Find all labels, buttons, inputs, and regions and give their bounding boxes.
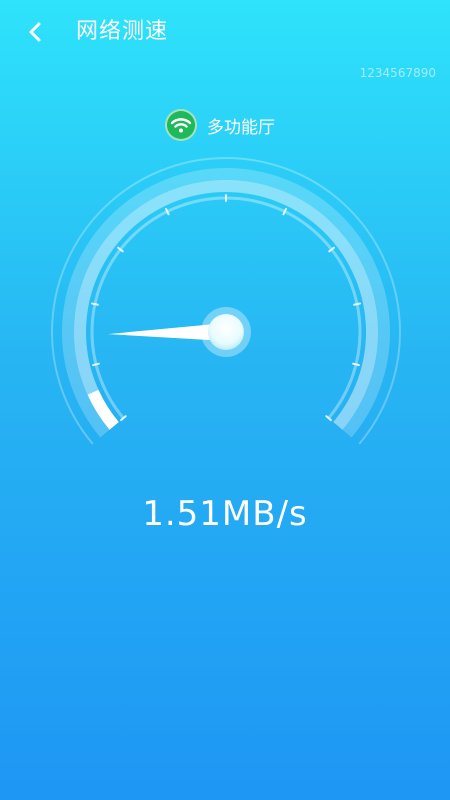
- page-title: 网络测速: [76, 19, 169, 44]
- wifi-icon: [170, 118, 192, 133]
- gauge-track: [62, 168, 390, 438]
- back-button[interactable]: [18, 14, 52, 50]
- speed-value: 1.51MB/s: [142, 494, 308, 534]
- chevron-left-icon: [29, 22, 41, 42]
- gauge-track-inner: [74, 180, 378, 430]
- gauge-tick: [352, 362, 360, 367]
- device-id: 1234567890: [359, 66, 436, 80]
- gauge-tick: [353, 302, 362, 306]
- gauge-tick: [90, 302, 99, 306]
- network-name: 多功能厅: [207, 117, 275, 138]
- gauge-hub: [208, 314, 244, 350]
- network-info: 多功能厅: [165, 108, 275, 142]
- gauge-tick: [92, 362, 100, 367]
- wifi-badge: [165, 109, 197, 141]
- app-header: 网络测速: [0, 0, 450, 64]
- speed-gauge: [51, 157, 401, 445]
